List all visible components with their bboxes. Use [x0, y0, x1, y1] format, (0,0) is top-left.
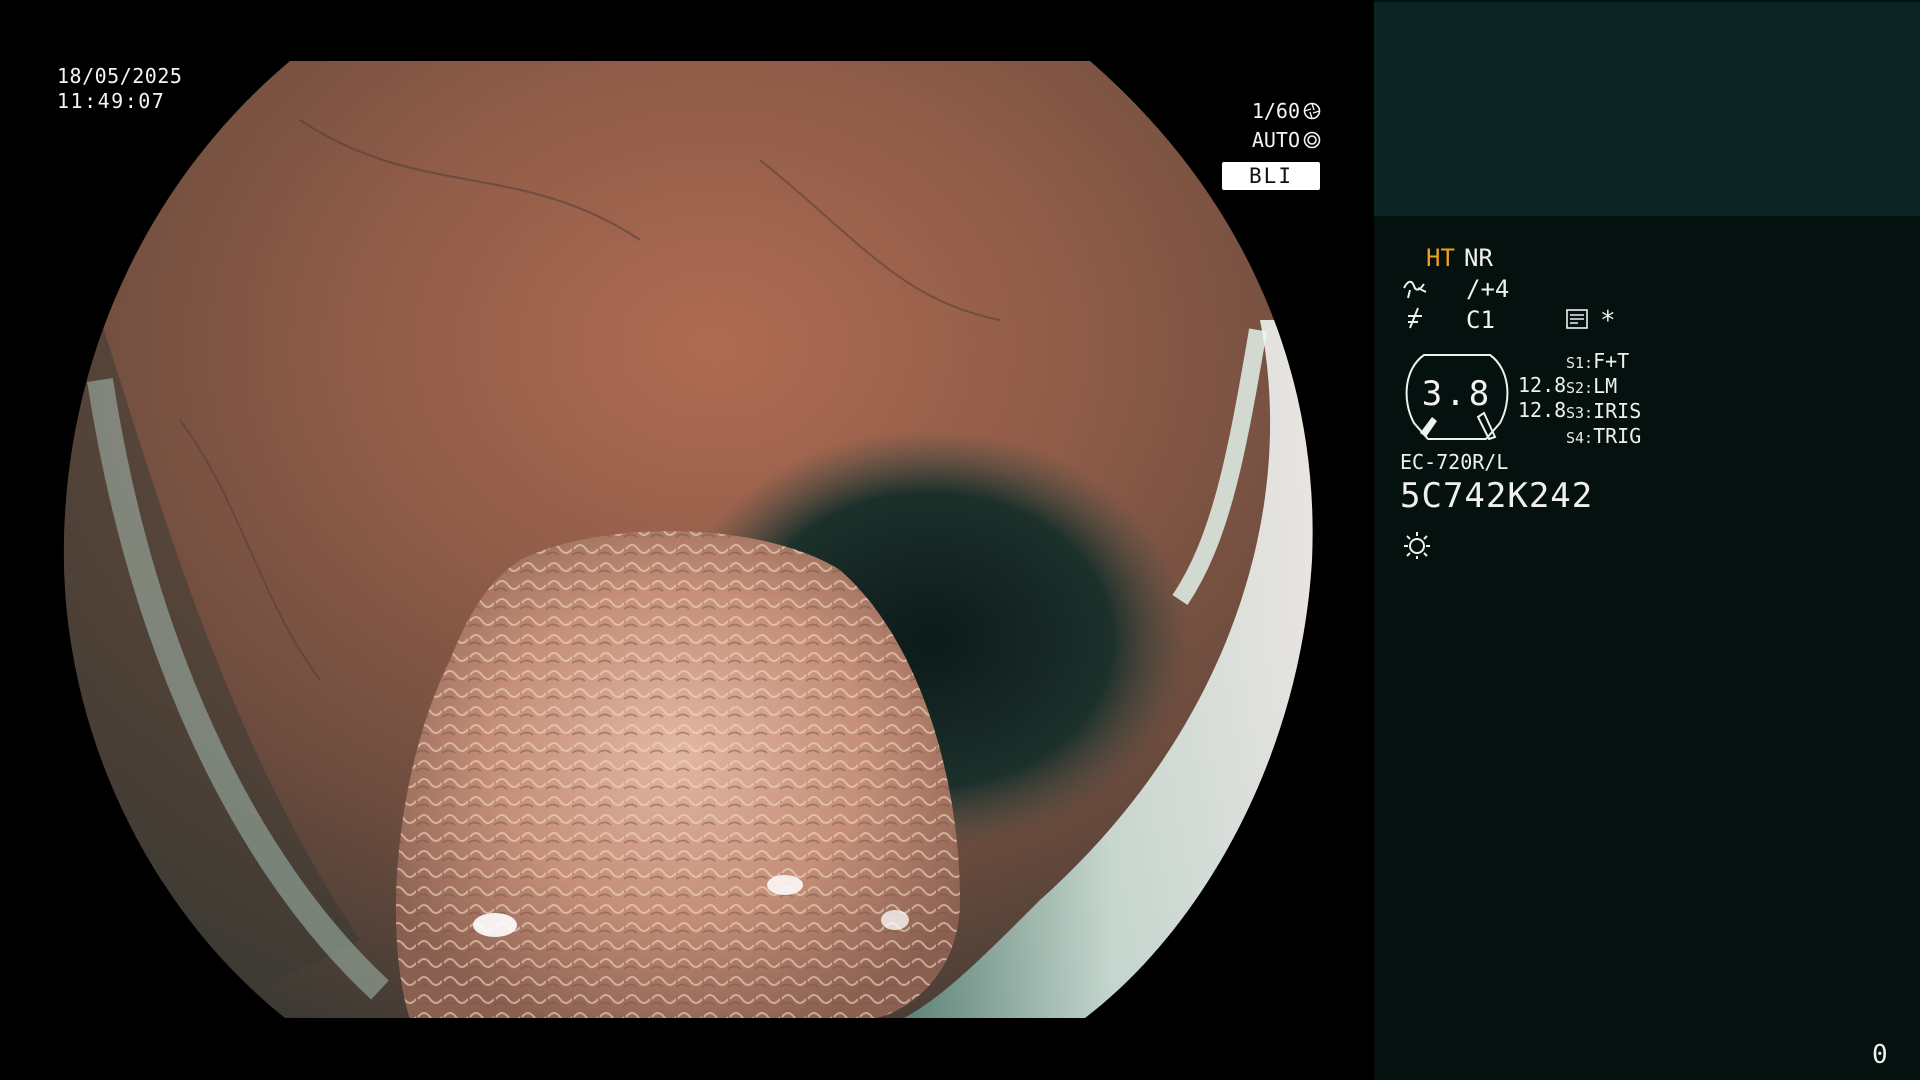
aperture-icon: [1303, 102, 1321, 120]
switch-value: TRIG: [1593, 424, 1642, 448]
light-source-icon: [1404, 532, 1430, 559]
scope-switch-2: S2:LM: [1566, 374, 1617, 398]
memo-icon: [1566, 309, 1588, 329]
endoscopy-monitor-screen: 18/05/2025 11:49:07 1/60 AUTO BLI HT NR: [0, 0, 1920, 1080]
scope-serial-number: 5C742K242: [1400, 476, 1594, 516]
color-mode-icon: [1408, 307, 1422, 329]
scope-model: EC-720R/L: [1400, 450, 1509, 474]
shutter-readout: 1/60: [1252, 99, 1321, 123]
scope-switch-1: S1:F+T: [1566, 349, 1629, 373]
color-mode-value: C1: [1466, 306, 1495, 334]
switch-key: S1:: [1566, 354, 1594, 372]
scope-switch-4: S4:TRIG: [1566, 424, 1641, 448]
nr-indicator: NR: [1464, 244, 1493, 272]
patient-info-block: [1374, 2, 1920, 216]
zoom-range-upper: 12.8: [1518, 373, 1567, 397]
enhance-level: /+4: [1466, 275, 1510, 303]
shutter-value: 1/60: [1251, 99, 1300, 123]
exposure-value: AUTO: [1251, 128, 1300, 152]
ht-indicator: HT: [1426, 244, 1455, 272]
memo-mark: *: [1600, 306, 1616, 336]
info-panel: HT NR /+4 C1 * 3.8 12.8 12.8 S1:F+T S2:L…: [1374, 0, 1920, 1080]
structure-enhance-icon: [1403, 280, 1427, 299]
time-readout: 11:49:07: [57, 89, 166, 113]
endoscope-image: [63, 61, 1313, 1018]
date-readout: 18/05/2025: [57, 64, 183, 88]
exposure-readout: AUTO: [1252, 128, 1321, 152]
switch-key: S4:: [1566, 429, 1594, 447]
switch-value: IRIS: [1593, 399, 1642, 423]
light-mode-badge: BLI: [1222, 162, 1320, 190]
switch-key: S2:: [1566, 379, 1594, 397]
zoom-range-lower: 12.8: [1518, 398, 1567, 422]
endoscope-image-view: 18/05/2025 11:49:07 1/60 AUTO BLI: [0, 0, 1374, 1080]
zoom-value: 3.8: [1421, 374, 1493, 414]
scope-switch-3: S3:IRIS: [1566, 399, 1641, 423]
frame-counter: 0: [1872, 1040, 1888, 1070]
switch-value: LM: [1593, 374, 1618, 398]
iris-icon: [1303, 131, 1321, 149]
switch-key: S3:: [1566, 404, 1594, 422]
switch-value: F+T: [1593, 349, 1630, 373]
